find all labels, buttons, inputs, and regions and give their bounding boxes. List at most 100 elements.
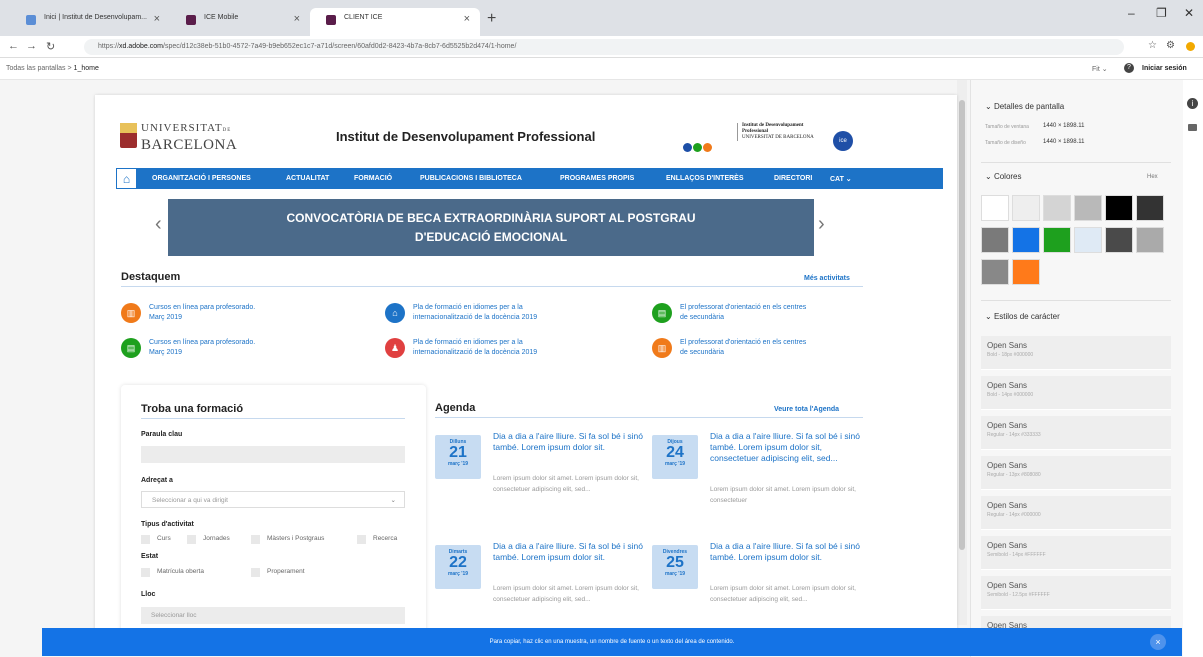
tab-title: CLIENT ICE xyxy=(344,14,383,21)
site-favicon-icon xyxy=(26,15,36,25)
checkbox-jornades[interactable]: Jornades xyxy=(187,535,230,544)
menu-item-programes[interactable]: PROGRAMES PROPIS xyxy=(560,175,634,182)
search-heading: Troba una formació xyxy=(141,403,244,415)
color-swatch[interactable] xyxy=(981,195,1009,221)
sign-in-link[interactable]: Iniciar sesión xyxy=(1142,65,1187,72)
close-tab-icon[interactable]: × xyxy=(294,13,300,25)
maximize-icon[interactable]: ❐ xyxy=(1156,6,1167,20)
color-swatch[interactable] xyxy=(1012,195,1040,221)
menu-item-directori[interactable]: DIRECTORI xyxy=(774,175,812,182)
checkbox-curs[interactable]: Curs xyxy=(141,535,171,544)
language-selector[interactable]: CAT ⌄ xyxy=(830,175,852,183)
color-swatch[interactable] xyxy=(1105,227,1133,253)
agenda-event[interactable]: Dilluns 21 març '19 Dia a dia a l'aire lli… xyxy=(435,431,645,531)
new-tab-icon[interactable]: + xyxy=(487,10,496,28)
agenda-event[interactable]: Dijous 24 març '19 Dia a dia a l'aire lliu… xyxy=(652,431,862,531)
browser-tab-2[interactable]: ICE Mobile × xyxy=(170,8,310,36)
more-activities-link[interactable]: Més activitats xyxy=(804,275,850,282)
color-swatch[interactable] xyxy=(1012,259,1040,285)
tab-title: Inici | Institut de Desenvolupam... xyxy=(44,14,147,21)
color-swatch[interactable] xyxy=(1074,227,1102,253)
color-swatch[interactable] xyxy=(1105,195,1133,221)
char-style-item[interactable]: Open Sans Bold - 18px #000000 xyxy=(981,336,1171,370)
browser-tab-1[interactable]: Inici | Institut de Desenvolupam... × xyxy=(10,8,170,36)
reload-icon[interactable]: ↻ xyxy=(46,40,55,53)
close-tab-icon[interactable]: × xyxy=(464,13,470,25)
checkbox-masters[interactable]: Màsters i Postgraus xyxy=(251,535,324,544)
highlight-item[interactable]: ▥ Cursos en línea para profesorado. Març … xyxy=(121,303,255,323)
color-swatch[interactable] xyxy=(981,227,1009,253)
char-style-item[interactable]: Open Sans Regular - 13px #808080 xyxy=(981,456,1171,490)
browser-tab-3[interactable]: CLIENT ICE × xyxy=(310,8,480,36)
color-swatch[interactable] xyxy=(1074,195,1102,221)
char-style-item[interactable]: Open Sans Semibold - 12.5px #FFFFFF xyxy=(981,576,1171,610)
color-format-dropdown[interactable]: Hex xyxy=(1147,174,1158,180)
char-style-item[interactable]: Open Sans Semibold - 14px #FFFFFF xyxy=(981,536,1171,570)
window-size-value: 1440 × 1898.11 xyxy=(1043,123,1085,129)
color-swatch[interactable] xyxy=(1043,195,1071,221)
minimize-icon[interactable]: – xyxy=(1128,6,1135,20)
canvas-scrollbar[interactable] xyxy=(957,80,967,625)
char-styles-header[interactable]: ⌄ Estilos de carácter xyxy=(985,312,1060,321)
fit-label: Fit xyxy=(1092,66,1100,73)
menu-item-organitzacio[interactable]: ORGANITZACIÓ I PERSONES xyxy=(152,175,251,182)
screen: Inici | Institut de Desenvolupam... × IC… xyxy=(0,0,1203,657)
highlight-line2: internacionalització de la docència 2019 xyxy=(413,314,538,321)
close-icon[interactable]: × xyxy=(1150,634,1166,650)
screen-details-header[interactable]: ⌄ Detalles de pantalla xyxy=(985,102,1064,111)
artboard[interactable]: UNIVERSITATDE BARCELONA Institut de Dese… xyxy=(95,95,957,635)
view-agenda-link[interactable]: Veure tota l'Agenda xyxy=(774,406,839,413)
comment-icon[interactable] xyxy=(1188,124,1197,131)
checkbox-properament[interactable]: Properament xyxy=(251,568,305,577)
menu-item-publicacions[interactable]: PUBLICACIONS I BIBLIOTECA xyxy=(420,175,522,182)
bookmark-star-icon[interactable]: ☆ xyxy=(1148,40,1157,51)
colors-header[interactable]: ⌄ Colores xyxy=(985,172,1022,181)
fit-dropdown[interactable]: Fit ⌄ xyxy=(1092,65,1108,73)
ub-crest-icon xyxy=(120,123,137,148)
place-select[interactable]: Seleccionar lloc xyxy=(141,607,405,624)
banner-prev-icon[interactable]: ‹ xyxy=(155,213,162,236)
scrollbar-thumb[interactable] xyxy=(959,100,965,550)
menu-item-formacio[interactable]: FORMACIÓ xyxy=(354,175,392,182)
highlight-item[interactable]: ♟ Pla de formació en idiomes per a la int… xyxy=(385,338,537,358)
char-style-item[interactable]: Open Sans Bold - 14px #000000 xyxy=(981,376,1171,410)
highlight-item[interactable]: ▤ El professorat d'orientació en els cen… xyxy=(652,303,806,323)
close-window-icon[interactable]: ✕ xyxy=(1184,6,1194,20)
keyword-input[interactable] xyxy=(141,446,405,463)
color-swatch[interactable] xyxy=(1136,195,1164,221)
close-tab-icon[interactable]: × xyxy=(154,13,160,25)
color-swatch[interactable] xyxy=(1012,227,1040,253)
highlight-line2: de secundària xyxy=(680,349,724,356)
site-header: UNIVERSITATDE BARCELONA Institut de Dese… xyxy=(95,95,957,167)
hero-banner[interactable]: CONVOCATÒRIA DE BECA EXTRAORDINÀRIA SUPO… xyxy=(168,199,814,256)
highlight-item[interactable]: ▥ El professorat d'orientació en els cen… xyxy=(652,338,806,358)
highlight-item[interactable]: ▤ Cursos en línea para profesorado. Març … xyxy=(121,338,255,358)
char-style-item[interactable]: Open Sans Regular - 14px #000000 xyxy=(981,496,1171,530)
checkbox-recerca[interactable]: Recerca xyxy=(357,535,397,544)
menu-item-actualitat[interactable]: ACTUALITAT xyxy=(286,175,329,182)
menu-item-enllacos[interactable]: ENLLAÇOS D'INTERÈS xyxy=(666,175,744,182)
color-swatch[interactable] xyxy=(1043,227,1071,253)
highlight-item[interactable]: ⌂ Pla de formació en idiomes per a la int… xyxy=(385,303,537,323)
help-icon[interactable]: ? xyxy=(1124,63,1134,73)
agenda-event[interactable]: Divendres 25 març '19 Dia a dia a l'aire l… xyxy=(652,541,862,635)
banner-next-icon[interactable]: › xyxy=(818,213,825,236)
divider xyxy=(981,300,1171,301)
agenda-event[interactable]: Dimarts 22 març '19 Dia a dia a l'aire lli… xyxy=(435,541,645,635)
url-path: /spec/d12c38eb-51b0-4572-7a49-b9eb652ec1… xyxy=(163,43,517,50)
info-icon[interactable]: i xyxy=(1187,98,1198,109)
checkbox-matricula[interactable]: Matrícula oberta xyxy=(141,568,204,577)
breadcrumb-all-screens[interactable]: Todas las pantallas xyxy=(6,65,66,72)
char-style-font: Open Sans xyxy=(987,421,1028,430)
char-style-item[interactable]: Open Sans Regular - 14px #333333 xyxy=(981,416,1171,450)
url-field[interactable]: https://xd.adobe.com/spec/d12c38eb-51b0-… xyxy=(84,39,1124,55)
color-swatch[interactable] xyxy=(1136,227,1164,253)
profile-icon[interactable] xyxy=(1186,42,1195,51)
back-icon[interactable]: ← xyxy=(8,40,19,52)
target-select[interactable]: Seleccionar a qui va dirigit ⌄ xyxy=(141,491,405,508)
highlight-line2: internacionalització de la docència 2019 xyxy=(413,349,538,356)
forward-icon[interactable]: → xyxy=(26,40,37,52)
home-icon[interactable]: ⌂ xyxy=(116,168,137,189)
extension-icon[interactable]: ⚙ xyxy=(1166,40,1175,51)
color-swatch[interactable] xyxy=(981,259,1009,285)
